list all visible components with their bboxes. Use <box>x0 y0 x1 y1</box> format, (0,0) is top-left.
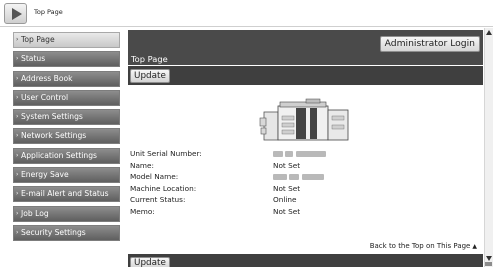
info-label: Memo: <box>130 206 155 216</box>
scrollbar-thumb[interactable] <box>485 262 492 266</box>
sidebar-item-label: Address Book <box>21 73 73 83</box>
info-label: Unit Serial Number: <box>130 149 202 158</box>
sidebar-item-label: Top Page <box>21 35 55 44</box>
sidebar-item-label: Application Settings <box>21 150 97 160</box>
sidebar-item-network-settings[interactable]: › Network Settings <box>13 128 120 145</box>
info-row-status: Current Status: Online <box>130 195 390 207</box>
bottom-update-button[interactable]: Update <box>130 257 170 267</box>
chevron-right-icon: › <box>16 228 19 236</box>
sidebar-item-address-book[interactable]: › Address Book <box>13 70 120 87</box>
sidebar-item-top-page[interactable]: › Top Page <box>13 32 120 48</box>
info-label: Name: <box>130 160 154 170</box>
update-toolbar: Update <box>128 66 483 85</box>
sidebar-item-status[interactable]: › Status <box>13 51 120 68</box>
serial-value-redacted <box>273 149 326 159</box>
chevron-right-icon: › <box>16 132 19 140</box>
info-label: Model Name: <box>130 172 179 181</box>
chevron-right-icon: › <box>16 55 19 63</box>
info-value: Online <box>273 195 297 204</box>
info-row-location: Machine Location: Not Set <box>130 184 390 196</box>
top-bar: Top Page <box>0 0 493 27</box>
bottom-update-toolbar: Update <box>128 254 483 267</box>
chevron-right-icon: › <box>16 93 19 101</box>
sidebar-item-label: User Control <box>21 92 69 102</box>
page-header: Top Page Administrator Login <box>128 30 483 65</box>
chevron-right-icon: › <box>16 171 19 179</box>
sidebar-item-security-settings[interactable]: › Security Settings <box>13 224 120 241</box>
chevron-right-icon: › <box>16 36 19 43</box>
info-label: Machine Location: <box>130 183 197 193</box>
info-row-model: Model Name: <box>130 172 390 184</box>
info-value: Not Set <box>273 206 301 216</box>
sidebar-item-system-settings[interactable]: › System Settings <box>13 109 120 126</box>
info-row-name: Name: Not Set <box>130 161 390 173</box>
sidebar-menu: › Top Page › Status › Address Book › User Co… <box>13 32 120 244</box>
sidebar-item-label: E-mail Alert and Status <box>21 189 109 199</box>
chevron-right-icon: › <box>16 74 19 82</box>
sidebar-item-application-settings[interactable]: › Application Settings <box>13 147 120 164</box>
chevron-right-icon: › <box>16 151 19 159</box>
info-row-serial: Unit Serial Number: <box>130 149 390 161</box>
top-page-title: Top Page <box>34 8 63 16</box>
scroll-down-icon[interactable] <box>486 256 492 261</box>
info-value: Not Set <box>273 183 301 193</box>
chevron-right-icon: › <box>16 190 19 198</box>
sidebar-item-label: Status <box>21 54 46 64</box>
sidebar-item-label: Energy Save <box>21 170 69 180</box>
page-title: Top Page <box>131 54 168 64</box>
sidebar-item-energy-save[interactable]: › Energy Save <box>13 167 120 184</box>
info-value: Not Set <box>273 160 301 170</box>
home-button[interactable] <box>4 3 27 24</box>
administrator-login-button[interactable]: Administrator Login <box>379 36 480 52</box>
scroll-up-icon[interactable] <box>486 30 492 35</box>
printer-machine-icon <box>259 98 349 141</box>
arrow-up-icon: ▲ <box>472 243 477 250</box>
model-value-redacted <box>273 172 324 182</box>
play-triangle-icon <box>12 8 22 20</box>
sidebar-item-label: Job Log <box>21 208 49 218</box>
info-label: Current Status: <box>130 195 186 204</box>
sidebar-item-label: Network Settings <box>21 131 87 141</box>
sidebar-item-user-control[interactable]: › User Control <box>13 89 120 106</box>
chevron-right-icon: › <box>16 209 19 217</box>
back-to-top-link[interactable]: Back to the Top on This Page ▲ <box>370 242 477 250</box>
sidebar-item-label: Security Settings <box>21 227 86 237</box>
vertical-scrollbar[interactable] <box>484 28 493 267</box>
main-content: Top Page Administrator Login Update Unit… <box>128 30 483 267</box>
info-row-memo: Memo: Not Set <box>130 207 390 219</box>
sidebar-item-label: System Settings <box>21 112 83 122</box>
sidebar-item-email-alert[interactable]: › E-mail Alert and Status <box>13 186 120 203</box>
sidebar-item-job-log[interactable]: › Job Log <box>13 205 120 222</box>
update-button[interactable]: Update <box>130 69 170 83</box>
device-info-list: Unit Serial Number: Name: Not Set Model … <box>130 149 390 218</box>
back-to-top-label: Back to the Top on This Page <box>369 242 471 250</box>
chevron-right-icon: › <box>16 113 19 121</box>
